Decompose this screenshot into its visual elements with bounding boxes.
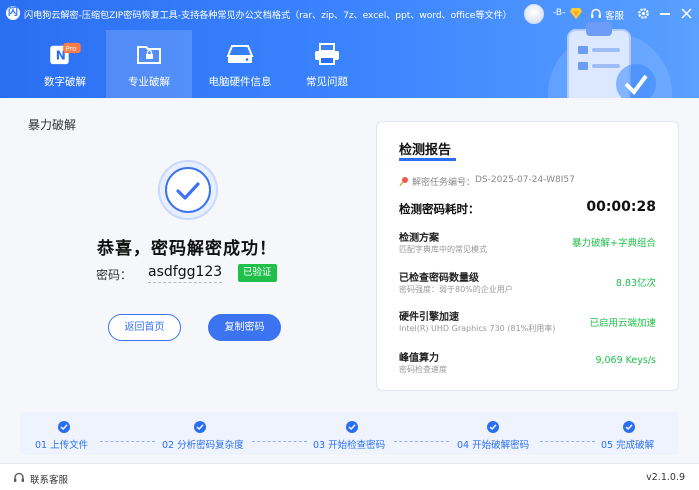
digit-crack-icon: N Pro xyxy=(50,42,81,65)
pin-icon xyxy=(399,177,408,186)
nav-hardware-info[interactable]: 电脑硬件信息 xyxy=(190,30,290,98)
footer-bar: 联系客服 v2.1.0.9 xyxy=(0,463,699,490)
step-done-icon xyxy=(194,421,206,433)
step-label: 01 上传文件 xyxy=(35,440,89,451)
app-header: 闪 闪电狗云解密-压缩包ZIP密码恢复工具-支持各种常见办公文档格式（rar、z… xyxy=(0,0,699,98)
check-icon xyxy=(176,182,200,200)
report-row-value: 已启用云端加速 xyxy=(589,318,656,329)
time-label: 检测密码耗时： xyxy=(399,202,480,216)
time-value: 00:00:28 xyxy=(586,199,656,215)
report-row-sub: 密码强度：弱于80%的企业用户 xyxy=(399,285,513,294)
clipboard-illustration xyxy=(548,22,672,98)
report-row-value: 9,069 Keys/s xyxy=(595,355,656,366)
success-message: 恭喜，密码解密成功！ xyxy=(97,239,277,259)
nav-label: 电脑硬件信息 xyxy=(208,76,272,88)
folder-lock-icon xyxy=(137,46,161,64)
progress-steps: 01 上传文件 02 分析密码复杂度 03 开始检查密码 04 开始破解密码 0… xyxy=(20,412,679,455)
step-connector xyxy=(540,441,595,442)
report-title: 检测报告 xyxy=(399,143,452,158)
report-row-sub: Intel(R) UHD Graphics 730 (81%利用率) xyxy=(399,324,556,333)
contact-service-link[interactable]: 联系客服 xyxy=(30,472,68,486)
section-title: 暴力破解 xyxy=(28,118,77,132)
printer-icon xyxy=(315,43,339,65)
step-done-icon xyxy=(623,421,635,433)
nav-pro-crack[interactable]: 专业破解 xyxy=(106,30,192,98)
task-label: 解密任务编号： xyxy=(412,178,476,188)
report-row-value: 暴力破解+字典组合 xyxy=(572,238,656,249)
report-row-title: 峰值算力 xyxy=(399,353,439,364)
back-home-button[interactable]: 返回首页 xyxy=(108,314,181,341)
step-done-icon xyxy=(58,421,70,433)
task-id: DS-2025-07-24-W8I57 xyxy=(475,175,575,185)
nav-label: 常见问题 xyxy=(306,76,348,88)
step-connector xyxy=(100,441,155,442)
step-connector xyxy=(394,441,449,442)
report-row-title: 硬件引擎加速 xyxy=(399,312,459,323)
step-label: 03 开始检查密码 xyxy=(313,440,386,451)
step-done-icon xyxy=(346,421,358,433)
nav-label: 数字破解 xyxy=(44,76,86,88)
password-value[interactable]: asdfgg123 xyxy=(148,264,223,283)
report-row-value: 8.83亿次 xyxy=(615,278,656,289)
report-row-sub: 密码检查速度 xyxy=(399,365,447,374)
nav-faq[interactable]: 常见问题 xyxy=(284,30,370,98)
detection-report: 检测报告 解密任务编号： DS-2025-07-24-W8I57 检测密码耗时：… xyxy=(376,121,679,391)
hard-drive-icon xyxy=(226,45,254,63)
verified-badge: 已验证 xyxy=(238,264,277,282)
report-row-title: 检测方案 xyxy=(399,233,439,244)
step-connector xyxy=(252,441,307,442)
version-label: v2.1.0.9 xyxy=(646,472,685,483)
pro-badge: Pro xyxy=(65,45,76,53)
report-row-sub: 匹配字典库中的常见模式 xyxy=(399,245,487,254)
password-label: 密码： xyxy=(96,268,133,282)
step-label: 02 分析密码复杂度 xyxy=(162,440,244,451)
report-title-underline xyxy=(399,158,456,161)
success-badge xyxy=(158,160,218,220)
headset-icon[interactable] xyxy=(13,472,25,484)
window-title: 闪电狗云解密-压缩包ZIP密码恢复工具-支持各种常见办公文档格式（rar、zip… xyxy=(24,10,512,21)
step-label: 04 开始破解密码 xyxy=(457,440,530,451)
nav-label: 专业破解 xyxy=(128,76,170,88)
app-logo: 闪 xyxy=(6,6,20,20)
step-done-icon xyxy=(487,421,499,433)
step-label: 05 完成破解 xyxy=(601,440,655,451)
copy-password-button[interactable]: 复制密码 xyxy=(208,314,281,341)
nav-digit-crack[interactable]: N Pro 数字破解 xyxy=(22,30,108,98)
report-row-title: 已检查密码数量级 xyxy=(399,273,479,284)
